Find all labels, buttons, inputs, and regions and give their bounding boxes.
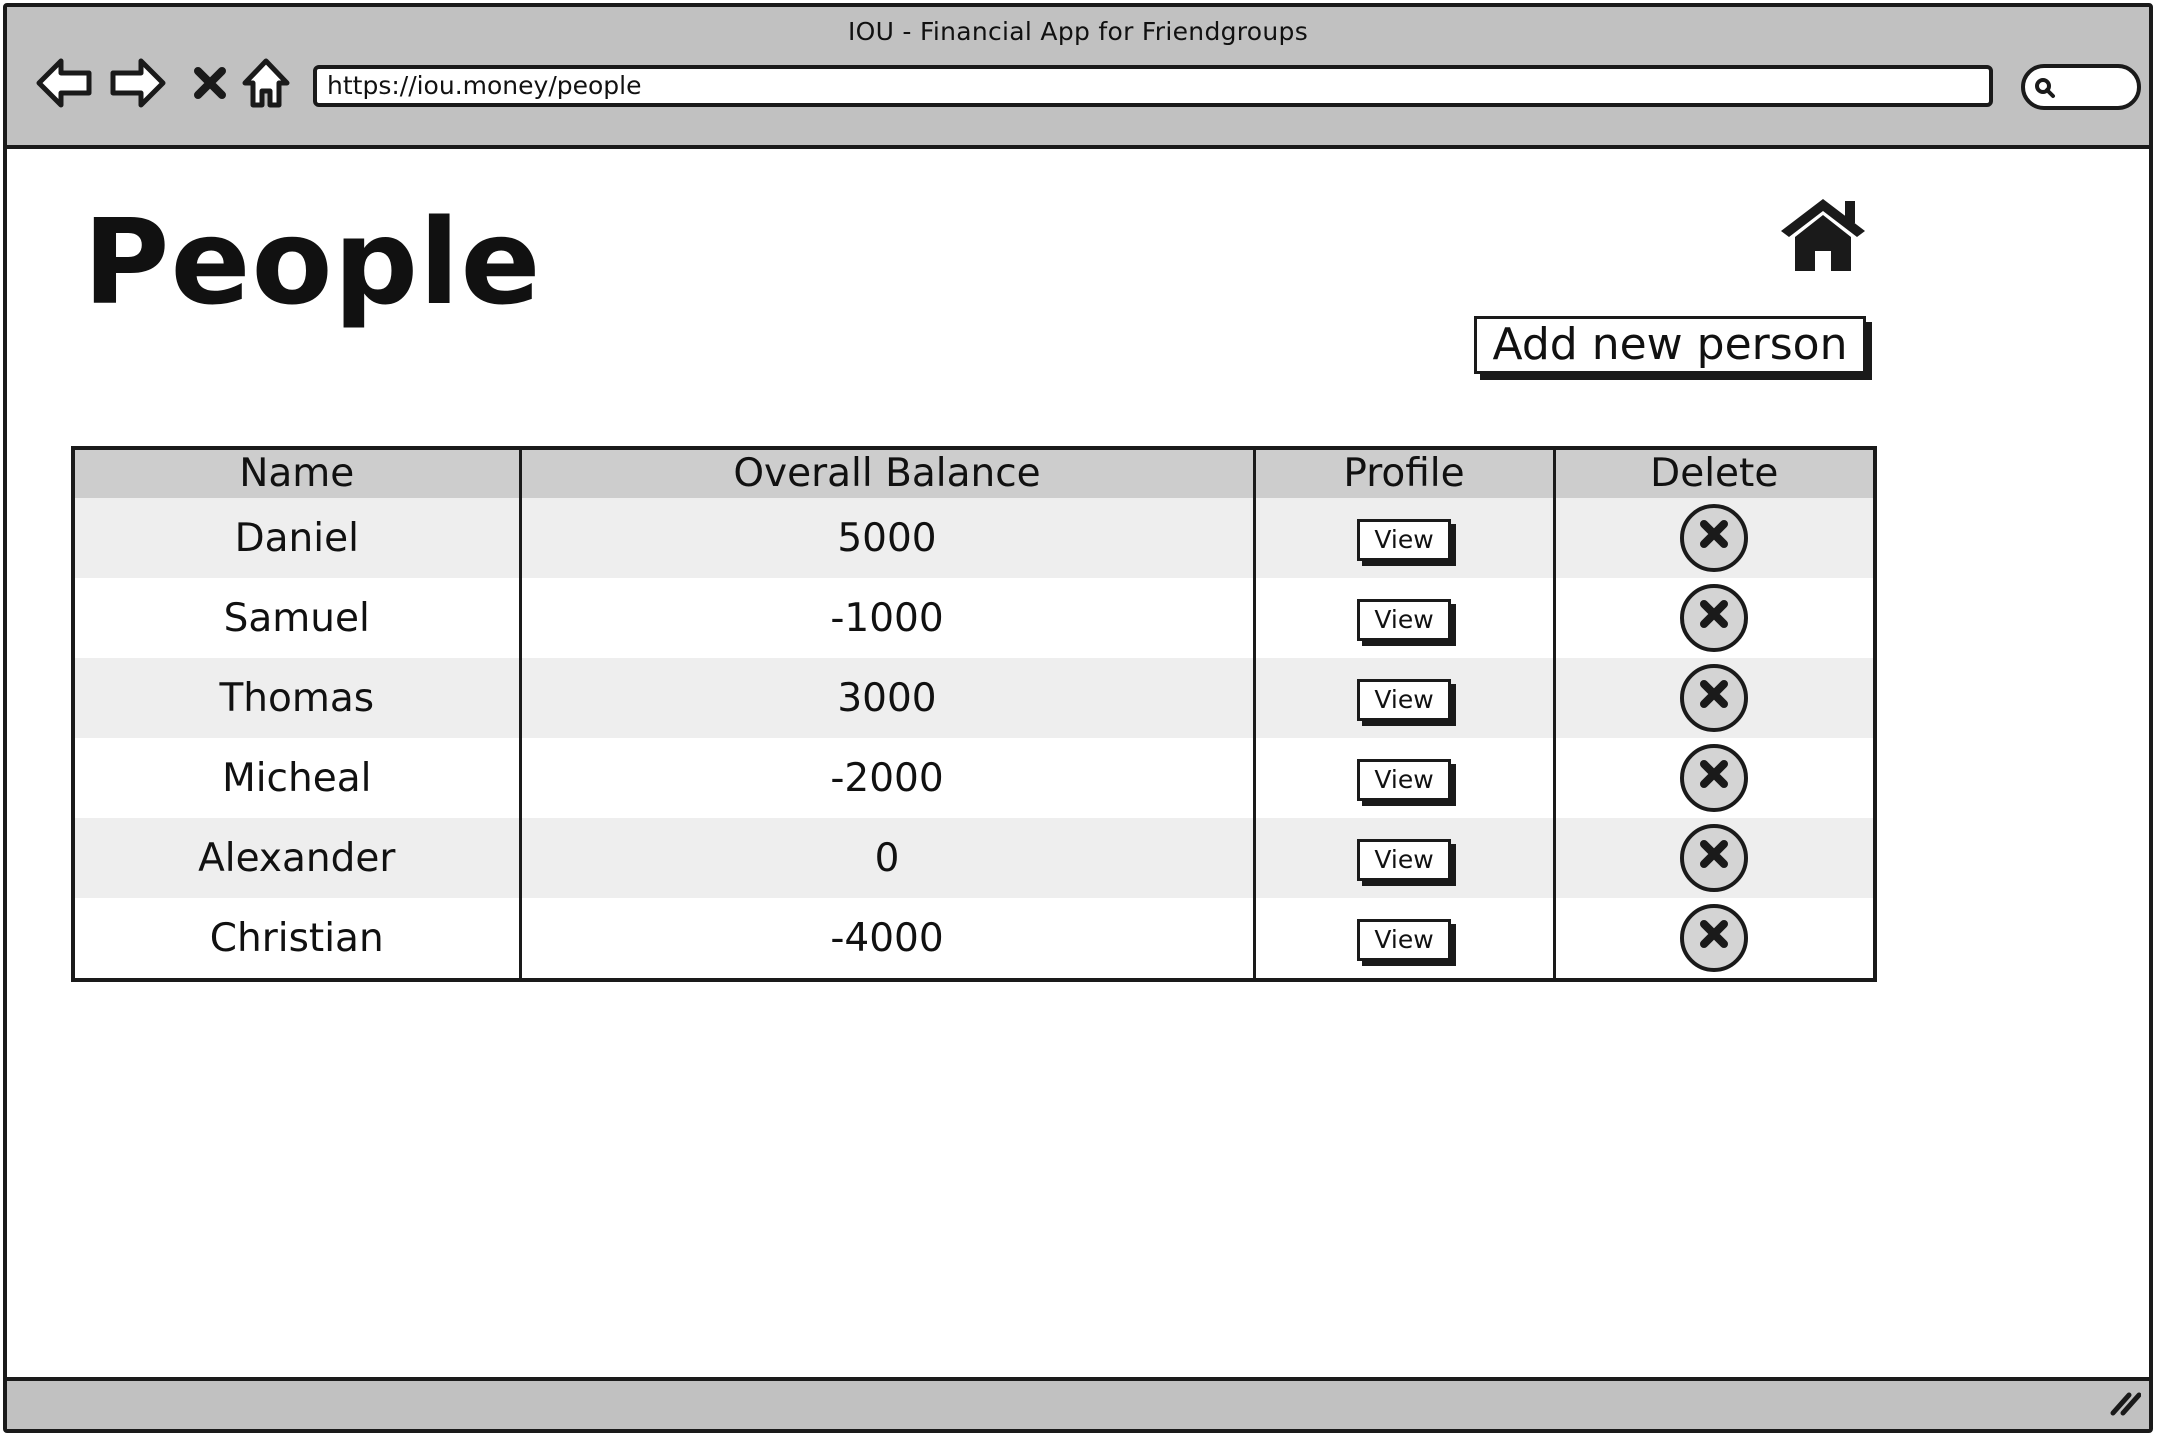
- profile-cell: View: [1252, 818, 1556, 898]
- delete-person-button[interactable]: [1680, 584, 1749, 652]
- table-row: Daniel 5000 View: [71, 498, 1877, 578]
- browser-home-button[interactable]: [235, 52, 297, 114]
- delete-person-button[interactable]: [1680, 504, 1749, 572]
- window-title: IOU - Financial App for Friendgroups: [847, 17, 1309, 46]
- column-header-balance[interactable]: Overall Balance: [518, 448, 1256, 498]
- delete-x-circle-icon: [1697, 836, 1731, 881]
- delete-x-circle-icon: [1697, 596, 1731, 641]
- status-bar: [7, 1377, 2149, 1429]
- person-balance: 3000: [518, 658, 1256, 738]
- person-name: Thomas: [71, 658, 522, 738]
- column-header-profile: Profile: [1252, 448, 1556, 498]
- delete-cell: [1552, 898, 1877, 980]
- person-name: Christian: [71, 898, 522, 980]
- browser-chrome: IOU - Financial App for Friendgroups htt…: [7, 7, 2149, 149]
- person-balance: -4000: [518, 898, 1256, 980]
- profile-cell: View: [1252, 498, 1556, 578]
- table-row: Samuel -1000 View: [71, 578, 1877, 658]
- arrow-left-icon: [35, 57, 93, 109]
- table-row: Alexander 0 View: [71, 818, 1877, 898]
- delete-cell: [1552, 818, 1877, 898]
- delete-cell: [1552, 578, 1877, 658]
- delete-cell: [1552, 498, 1877, 578]
- person-balance: -2000: [518, 738, 1256, 818]
- add-new-person-button[interactable]: Add new person: [1474, 316, 1866, 374]
- page-title: People: [83, 193, 542, 331]
- profile-cell: View: [1252, 658, 1556, 738]
- delete-person-button[interactable]: [1680, 744, 1749, 812]
- delete-cell: [1552, 658, 1877, 738]
- column-header-delete: Delete: [1552, 448, 1877, 498]
- view-profile-button[interactable]: View: [1357, 758, 1451, 801]
- table-row: Christian -4000 View: [71, 898, 1877, 980]
- delete-x-circle-icon: [1697, 756, 1731, 801]
- close-icon: [192, 65, 228, 101]
- delete-person-button[interactable]: [1680, 904, 1749, 972]
- table-row: Thomas 3000 View: [71, 658, 1877, 738]
- view-profile-button[interactable]: View: [1357, 918, 1451, 961]
- delete-person-button[interactable]: [1680, 824, 1749, 892]
- delete-x-circle-icon: [1697, 916, 1731, 961]
- arrow-right-icon: [109, 57, 167, 109]
- table-row: Micheal -2000 View: [71, 738, 1877, 818]
- home-icon: [1777, 199, 1869, 277]
- person-name: Daniel: [71, 498, 522, 578]
- person-balance: -1000: [518, 578, 1256, 658]
- stop-button[interactable]: [179, 52, 241, 114]
- browser-search-field[interactable]: [2021, 64, 2141, 110]
- view-profile-button[interactable]: View: [1357, 678, 1451, 721]
- person-balance: 5000: [518, 498, 1256, 578]
- view-profile-button[interactable]: View: [1357, 518, 1451, 561]
- profile-cell: View: [1252, 898, 1556, 980]
- profile-cell: View: [1252, 738, 1556, 818]
- browser-window: IOU - Financial App for Friendgroups htt…: [3, 3, 2153, 1433]
- view-profile-button[interactable]: View: [1357, 598, 1451, 641]
- person-name: Samuel: [71, 578, 522, 658]
- delete-cell: [1552, 738, 1877, 818]
- forward-button[interactable]: [107, 52, 169, 114]
- home-outline-icon: [241, 57, 291, 109]
- home-button[interactable]: [1777, 195, 1869, 277]
- person-name: Micheal: [71, 738, 522, 818]
- resize-grip-icon[interactable]: [2107, 1389, 2142, 1421]
- address-bar[interactable]: https://iou.money/people: [313, 65, 1993, 107]
- column-header-name[interactable]: Name: [71, 448, 522, 498]
- delete-x-circle-icon: [1697, 676, 1731, 721]
- person-balance: 0: [518, 818, 1256, 898]
- delete-x-circle-icon: [1697, 516, 1731, 561]
- person-name: Alexander: [71, 818, 522, 898]
- profile-cell: View: [1252, 578, 1556, 658]
- table-header-row: Name Overall Balance Profile Delete: [71, 448, 1877, 498]
- people-table: Name Overall Balance Profile Delete Dani…: [71, 446, 1877, 982]
- view-profile-button[interactable]: View: [1357, 838, 1451, 881]
- back-button[interactable]: [33, 52, 95, 114]
- delete-person-button[interactable]: [1680, 664, 1749, 732]
